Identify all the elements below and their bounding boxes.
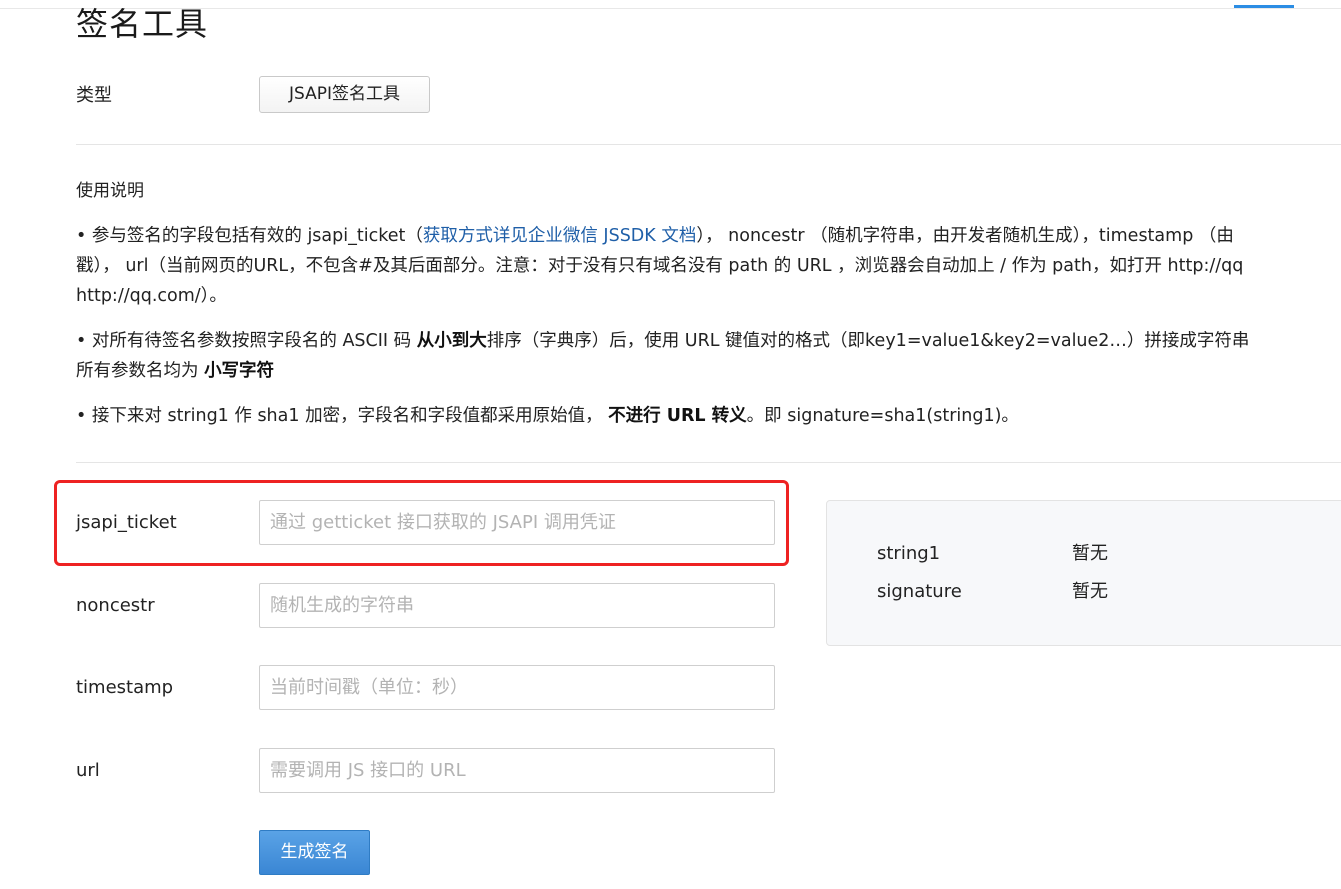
usage-p3-text-cont: 。即 signature=sha1(string1)。: [746, 406, 1019, 426]
jsapi-sign-tool-button[interactable]: JSAPI签名工具: [259, 76, 430, 113]
usage-paragraph-1: • 参与签名的字段包括有效的 jsapi_ticket（获取方式详见企业微信 J…: [76, 221, 1341, 311]
usage-p1-line2: 戳）， url（当前网页的URL，不包含#及其后面部分。注意：对于没有只有域名没…: [76, 256, 1244, 276]
active-tab-indicator: [1234, 5, 1294, 8]
section-divider: [76, 462, 1341, 463]
usage-p2-bold: 从小到大: [416, 331, 487, 351]
string1-key: string1: [877, 543, 941, 564]
usage-p2-text-cont: 排序（字典序）后，使用 URL 键值对的格式（即key1=value1&key2…: [486, 331, 1250, 351]
page-title: 签名工具: [76, 5, 209, 43]
signature-value: 暂无: [1072, 581, 1108, 602]
signature-key: signature: [877, 581, 962, 602]
jssdk-doc-link[interactable]: 获取方式详见企业微信 JSSDK 文档: [423, 226, 696, 246]
usage-title: 使用说明: [76, 181, 144, 201]
url-input[interactable]: [259, 748, 775, 793]
usage-p1-text-cont: ）， noncestr （随机字符串，由开发者随机生成），timestamp （…: [696, 226, 1234, 246]
usage-p2-text: • 对所有待签名参数按照字段名的 ASCII 码: [76, 331, 417, 351]
usage-p1-text: • 参与签名的字段包括有效的 jsapi_ticket（: [76, 226, 423, 246]
string1-value: 暂无: [1072, 543, 1108, 564]
timestamp-label: timestamp: [76, 677, 174, 698]
usage-p2-bold2: 小写字符: [204, 361, 275, 381]
usage-p3-bold: 不进行 URL 转义: [608, 406, 747, 426]
generate-signature-button[interactable]: 生成签名: [259, 830, 370, 875]
timestamp-input[interactable]: [259, 665, 775, 710]
noncestr-input[interactable]: [259, 583, 775, 628]
jsapi-ticket-label: jsapi_ticket: [76, 512, 177, 533]
type-label: 类型: [76, 85, 112, 106]
usage-paragraph-3: • 接下来对 string1 作 sha1 加密，字段名和字段值都采用原始值， …: [76, 401, 1341, 431]
usage-p2-line2: 所有参数名均为: [76, 361, 205, 381]
url-label: url: [76, 760, 100, 781]
section-divider: [76, 144, 1341, 145]
jsapi-ticket-input[interactable]: [259, 500, 775, 545]
result-panel: [826, 500, 1341, 646]
page-root: 签名工具 类型 JSAPI签名工具 使用说明 • 参与签名的字段包括有效的 js…: [0, 0, 1341, 889]
usage-p1-line3: http://qq.com/）。: [76, 286, 227, 306]
usage-paragraph-2: • 对所有待签名参数按照字段名的 ASCII 码 从小到大排序（字典序）后，使用…: [76, 326, 1341, 386]
noncestr-label: noncestr: [76, 595, 155, 616]
usage-p3-text: • 接下来对 string1 作 sha1 加密，字段名和字段值都采用原始值，: [76, 406, 609, 426]
